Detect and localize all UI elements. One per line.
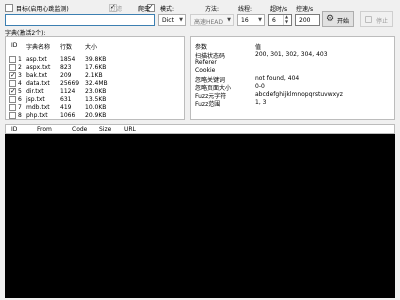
dict-row-id: 2 xyxy=(18,64,22,71)
dict-row-id: 4 xyxy=(18,80,22,87)
param-row[interactable]: Fuzz范围 1, 3 xyxy=(191,98,394,108)
dict-row-checkbox[interactable] xyxy=(9,64,16,71)
dict-row-lines: 209 xyxy=(60,72,72,79)
dict-col-lines[interactable]: 行数 xyxy=(60,42,72,51)
dict-row-id: 7 xyxy=(18,104,22,111)
timeout-label: 超时/s xyxy=(270,6,288,13)
params-list[interactable]: 参数 值 扫描状态码 200, 301, 302, 304, 403 Referer… xyxy=(190,36,395,120)
dict-list[interactable]: ID 字典名称 行数 大小 1 asp.txt 1854 39.8KB 2 aspx.tx… xyxy=(5,36,185,120)
dict-row-lines: 25669 xyxy=(60,80,80,87)
dict-row-size: 13.5KB xyxy=(85,96,107,103)
threads-select-value: 16 xyxy=(241,17,249,24)
url-input[interactable] xyxy=(5,14,155,26)
dict-row-name: php.txt xyxy=(26,112,48,119)
dict-row-name: mdb.txt xyxy=(26,104,50,111)
timeout-spinner[interactable]: 6 ▲ ▼ xyxy=(268,14,292,26)
rate-input[interactable]: 200 xyxy=(295,14,320,26)
dict-row-id: 8 xyxy=(18,112,22,119)
dict-row-name: jsp.txt xyxy=(26,96,45,103)
results-list[interactable] xyxy=(5,134,395,298)
dict-row-size: 23.0KB xyxy=(85,88,107,95)
rate-label: 控速/s xyxy=(296,6,314,13)
method-select-value: 高速HEAD xyxy=(194,19,224,26)
chevron-down-icon: ▼ xyxy=(258,17,262,23)
dict-row-size: 17.6KB xyxy=(85,64,107,71)
dict-row-name: bak.txt xyxy=(26,72,48,79)
dict-row-name: data.txt xyxy=(26,80,50,87)
dict-row[interactable]: 8 php.txt 1066 20.9KB xyxy=(6,111,184,120)
dict-row-checkbox[interactable] xyxy=(9,104,16,111)
dict-row-lines: 1854 xyxy=(60,56,76,63)
results-col-code[interactable]: Code xyxy=(72,126,87,133)
results-col-url[interactable]: URL xyxy=(124,126,136,133)
target-label: 目标(启用心跳监测) xyxy=(16,6,69,13)
results-header: ID From Code Size URL xyxy=(5,124,395,134)
dict-col-size[interactable]: 大小 xyxy=(85,42,97,51)
stop-icon xyxy=(365,16,372,23)
mode-label: 模式: xyxy=(160,6,175,13)
dict-row-checkbox[interactable] xyxy=(9,71,16,80)
gear-icon: ⚙ xyxy=(326,14,335,24)
dict-row-lines: 631 xyxy=(60,96,72,103)
dict-row-name: dir.txt xyxy=(26,88,44,95)
results-col-id[interactable]: ID xyxy=(11,126,17,133)
start-button[interactable]: ⚙ 开始 xyxy=(322,11,354,27)
stop-button[interactable]: 停止 xyxy=(360,11,393,27)
dict-row-id: 6 xyxy=(18,96,22,103)
method-select[interactable]: 高速HEAD ▼ xyxy=(190,14,234,26)
dict-row-lines: 823 xyxy=(60,64,72,71)
dict-row-name: aspx.txt xyxy=(26,64,51,71)
dict-row-checkbox[interactable] xyxy=(9,96,16,103)
crawler-label: 爬虫 xyxy=(138,6,151,13)
param-row-value: abcdefghijklmnopqrstuvwxyz xyxy=(255,91,343,98)
dict-row-lines: 419 xyxy=(60,104,72,111)
param-row-value: 200, 301, 302, 304, 403 xyxy=(255,51,328,58)
dict-row-lines: 1066 xyxy=(60,112,76,119)
method-label: 方法: xyxy=(205,6,220,13)
chevron-down-icon: ▼ xyxy=(179,17,183,23)
dict-row-name: asp.txt xyxy=(26,56,47,63)
dict-row-checkbox[interactable] xyxy=(9,56,16,63)
spinner-arrows-icon[interactable]: ▲ ▼ xyxy=(283,15,291,25)
threads-label: 线程: xyxy=(238,6,253,13)
threads-select[interactable]: 16 ▼ xyxy=(237,14,265,26)
dict-row-size: 10.0KB xyxy=(85,104,107,111)
param-row-name: Referer xyxy=(195,59,217,66)
param-row-value: 0-0 xyxy=(255,83,265,90)
param-row-name: Cookie xyxy=(195,67,216,74)
filter-label: 过滤 xyxy=(110,6,123,13)
mode-select[interactable]: Dict ▼ xyxy=(158,14,186,26)
dict-row-checkbox[interactable] xyxy=(9,87,16,96)
mode-select-value: Dict xyxy=(162,17,174,24)
dict-row-size: 20.9KB xyxy=(85,112,107,119)
dict-col-name[interactable]: 字典名称 xyxy=(26,42,50,51)
dict-row-id: 5 xyxy=(18,88,22,95)
dict-row-lines: 1124 xyxy=(60,88,76,95)
dict-row-id: 3 xyxy=(18,72,22,79)
target-checkbox[interactable] xyxy=(5,4,13,12)
param-row-value: 1, 3 xyxy=(255,99,267,106)
dict-col-id[interactable]: ID xyxy=(11,42,17,49)
results-col-size[interactable]: Size xyxy=(99,126,111,133)
param-row-name: Fuzz范围 xyxy=(195,101,221,108)
dict-row-checkbox[interactable] xyxy=(9,80,16,87)
results-col-from[interactable]: From xyxy=(37,126,52,133)
dict-row-checkbox[interactable] xyxy=(9,112,16,119)
dict-row-size: 39.8KB xyxy=(85,56,107,63)
chevron-down-icon: ▼ xyxy=(227,17,231,23)
dict-row-size: 2.1KB xyxy=(85,72,103,79)
dict-row-size: 32.4MB xyxy=(85,80,108,87)
param-row-value: not found, 404 xyxy=(255,75,300,82)
dict-row-id: 1 xyxy=(18,56,22,63)
